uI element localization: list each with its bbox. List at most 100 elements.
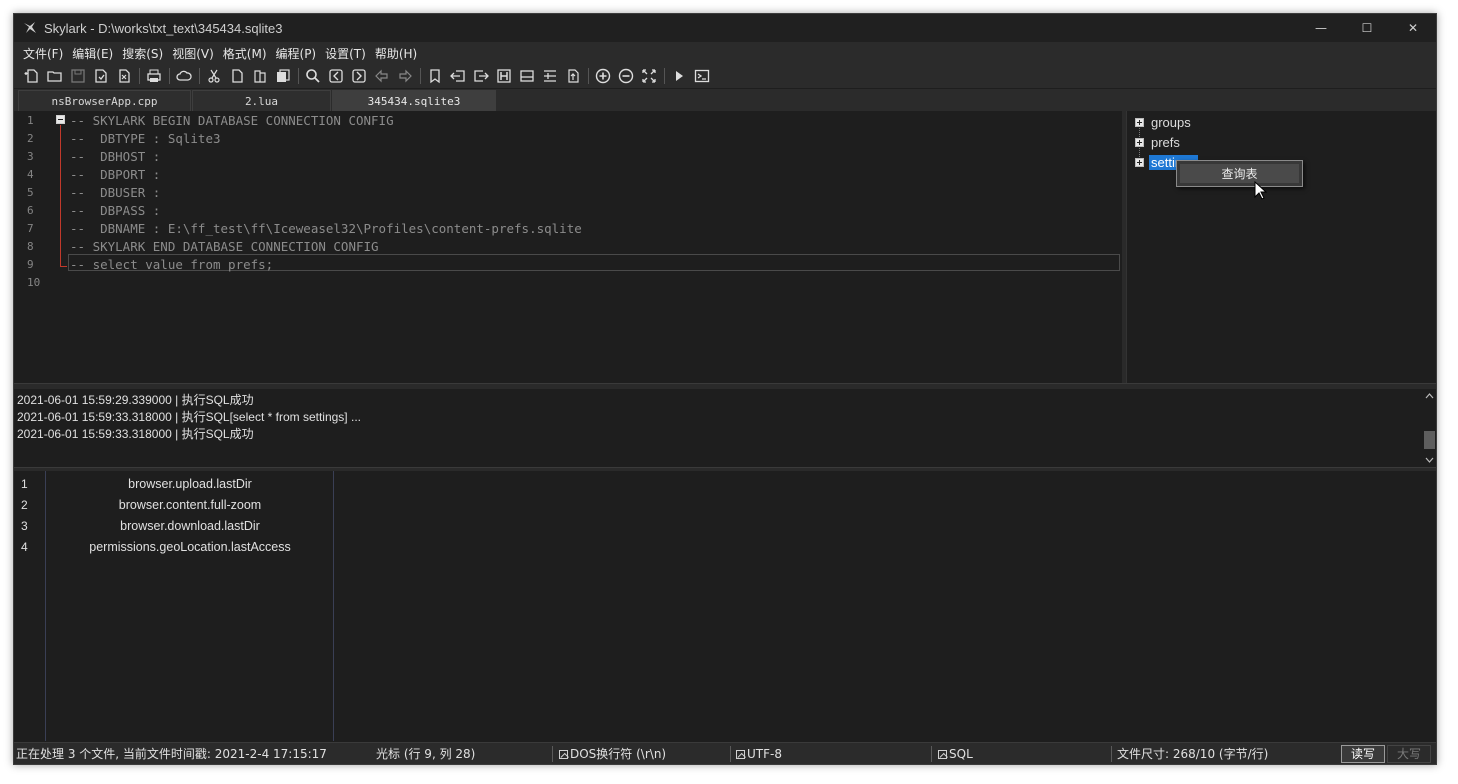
line-number: 8	[27, 240, 34, 253]
status-processing: 正在处理 3 个文件, 当前文件时间戳: 2021-2-4 17:15:17	[16, 747, 327, 761]
paste-icon	[253, 70, 266, 83]
status-separator	[730, 746, 731, 762]
log-line: 2021-06-01 15:59:33.318000 | 执行SQL[selec…	[17, 410, 361, 424]
menu-edit[interactable]: 编辑(E)	[68, 45, 117, 62]
table-cell[interactable]: browser.content.full-zoom	[47, 495, 333, 516]
dropdown-icon	[559, 750, 568, 759]
indent-left-button[interactable]	[447, 66, 468, 86]
wrap-button[interactable]	[539, 66, 560, 86]
upload-button[interactable]	[562, 66, 583, 86]
line-number: 1	[27, 114, 34, 127]
tree-item-groups[interactable]: groups	[1135, 113, 1193, 131]
log-panel: 2021-06-01 15:59:29.339000 | 执行SQL成功 202…	[14, 389, 1436, 467]
copy-icon	[231, 69, 243, 83]
menu-search[interactable]: 搜索(S)	[118, 45, 167, 62]
copy-button[interactable]	[226, 66, 247, 86]
cloud-button[interactable]	[173, 66, 194, 86]
tree-item-label: groups	[1151, 114, 1191, 130]
fold-guide	[60, 125, 61, 267]
new-file-button[interactable]	[21, 66, 42, 86]
run-icon	[675, 71, 683, 81]
zoom-in-icon	[595, 68, 610, 84]
row-number: 3	[21, 519, 28, 533]
bookmark-icon	[429, 69, 440, 84]
line-number: 2	[27, 132, 34, 145]
menu-bar: 文件(F) 编辑(E) 搜索(S) 视图(V) 格式(M) 编程(P) 设置(T…	[14, 42, 1436, 64]
menu-settings[interactable]: 设置(T)	[321, 45, 370, 62]
indent-right-button[interactable]	[470, 66, 491, 86]
tree-item-prefs[interactable]: prefs	[1135, 133, 1182, 151]
code-editor[interactable]: 1 2 3 4 5 6 7 8 9 10 -- SKYLARK BEGIN DA…	[14, 111, 1124, 385]
close-file-icon	[118, 69, 130, 83]
expand-icon[interactable]	[1135, 137, 1144, 147]
bookmark-button[interactable]	[424, 66, 445, 86]
dropdown-icon	[938, 750, 947, 759]
code-line: -- SKYLARK BEGIN DATABASE CONNECTION CON…	[70, 113, 394, 128]
zoom-in-button[interactable]	[592, 66, 613, 86]
menu-file[interactable]: 文件(F)	[19, 45, 67, 62]
code-line: -- DBPASS :	[70, 203, 161, 218]
menu-help[interactable]: 帮助(H)	[371, 45, 421, 62]
upload-icon	[567, 69, 579, 83]
status-eol[interactable]: DOS换行符 (\r\n)	[559, 743, 667, 764]
menu-programming[interactable]: 编程(P)	[272, 45, 321, 62]
row-number: 4	[21, 540, 28, 554]
search-icon	[305, 69, 320, 83]
mouse-cursor-icon	[1254, 181, 1268, 200]
line-number: 4	[27, 168, 34, 181]
redo-button[interactable]	[394, 66, 415, 86]
hex-button[interactable]	[493, 66, 514, 86]
status-language[interactable]: SQL	[938, 743, 973, 764]
expand-icon[interactable]	[1135, 157, 1144, 167]
minimize-icon: —	[1315, 21, 1327, 35]
tab-2-lua[interactable]: 2.lua	[192, 90, 331, 111]
save-all-button[interactable]	[90, 66, 111, 86]
status-eol-label: DOS换行符 (\r\n)	[570, 747, 667, 761]
table-cell[interactable]: browser.download.lastDir	[47, 516, 333, 537]
status-filesize: 文件尺寸: 268/10 (字节/行)	[1117, 747, 1269, 761]
find-next-button[interactable]	[348, 66, 369, 86]
scroll-thumb[interactable]	[1424, 431, 1435, 449]
toolbar-separator	[420, 68, 421, 84]
zoom-out-button[interactable]	[615, 66, 636, 86]
readwrite-toggle[interactable]: 读写	[1341, 745, 1385, 763]
tab-bar: nsBrowserApp.cpp 2.lua 345434.sqlite3	[14, 89, 1436, 111]
maximize-button[interactable]: ☐	[1344, 14, 1390, 42]
table-cell[interactable]: permissions.geoLocation.lastAccess	[47, 537, 333, 558]
fullscreen-button[interactable]	[638, 66, 659, 86]
open-button[interactable]	[44, 66, 65, 86]
find-button[interactable]	[302, 66, 323, 86]
cut-button[interactable]	[203, 66, 224, 86]
clipboard-button[interactable]	[272, 66, 293, 86]
minimize-button[interactable]: —	[1298, 14, 1344, 42]
hex-icon	[496, 69, 511, 83]
save-button[interactable]	[67, 66, 88, 86]
print-preview-button[interactable]	[516, 66, 537, 86]
status-encoding[interactable]: UTF-8	[736, 743, 782, 764]
expand-icon[interactable]	[1135, 117, 1144, 127]
status-separator	[1111, 746, 1112, 762]
status-language-label: SQL	[949, 747, 973, 761]
run-button[interactable]	[668, 66, 689, 86]
tab-345434-sqlite3[interactable]: 345434.sqlite3	[332, 90, 496, 111]
scroll-down-icon[interactable]	[1421, 453, 1436, 467]
paste-button[interactable]	[249, 66, 270, 86]
console-button[interactable]	[691, 66, 712, 86]
tab-nsbrowserapp[interactable]: nsBrowserApp.cpp	[18, 90, 191, 111]
grid-column-divider	[333, 471, 334, 741]
print-button[interactable]	[143, 66, 164, 86]
code-line: -- DBTYPE : Sqlite3	[70, 131, 221, 146]
clipboard-icon	[276, 69, 290, 82]
close-button[interactable]: ✕	[1390, 14, 1436, 42]
title-bar: Skylark - D:\works\txt_text\345434.sqlit…	[14, 14, 1436, 42]
find-prev-button[interactable]	[325, 66, 346, 86]
close-file-button[interactable]	[113, 66, 134, 86]
table-cell[interactable]: browser.upload.lastDir	[47, 474, 333, 495]
menu-format[interactable]: 格式(M)	[219, 45, 271, 62]
fold-collapse-icon[interactable]	[56, 115, 65, 124]
scroll-up-icon[interactable]	[1421, 389, 1436, 403]
context-menu-query-table[interactable]: 查询表	[1180, 164, 1299, 183]
menu-view[interactable]: 视图(V)	[168, 45, 218, 62]
undo-button[interactable]	[371, 66, 392, 86]
log-scrollbar[interactable]	[1421, 389, 1436, 467]
